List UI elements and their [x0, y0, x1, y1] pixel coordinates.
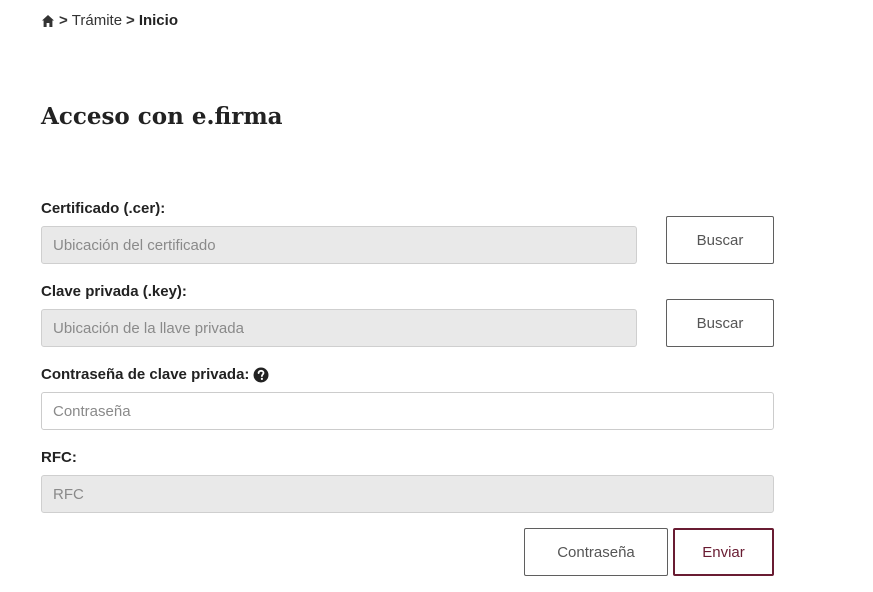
private-key-input	[41, 309, 637, 347]
certificate-input	[41, 226, 637, 264]
password-label-row: Contraseña de clave privada:	[41, 366, 269, 383]
submit-button[interactable]: Enviar	[673, 528, 774, 576]
password-label: Contraseña de clave privada:	[41, 366, 250, 383]
breadcrumb-current: Inicio	[138, 12, 178, 29]
breadcrumb-item-tramite[interactable]: Trámite	[72, 12, 122, 29]
rfc-input	[41, 475, 774, 513]
breadcrumb: > Trámite > Inicio	[41, 12, 178, 29]
page-title: Acceso con e.firma	[41, 103, 283, 130]
breadcrumb-separator: >	[126, 12, 135, 29]
question-circle-icon[interactable]	[253, 367, 269, 383]
certificate-label: Certificado (.cer):	[41, 200, 166, 217]
breadcrumb-separator: >	[59, 12, 68, 29]
home-icon[interactable]	[41, 14, 55, 28]
password-button[interactable]: Contraseña	[524, 528, 668, 576]
page: > Trámite > Inicio Acceso con e.firma Ce…	[0, 0, 873, 592]
rfc-label: RFC:	[41, 449, 77, 466]
password-input[interactable]	[41, 392, 774, 430]
private-key-label: Clave privada (.key):	[41, 283, 187, 300]
private-key-browse-button[interactable]: Buscar	[666, 299, 774, 347]
certificate-browse-button[interactable]: Buscar	[666, 216, 774, 264]
